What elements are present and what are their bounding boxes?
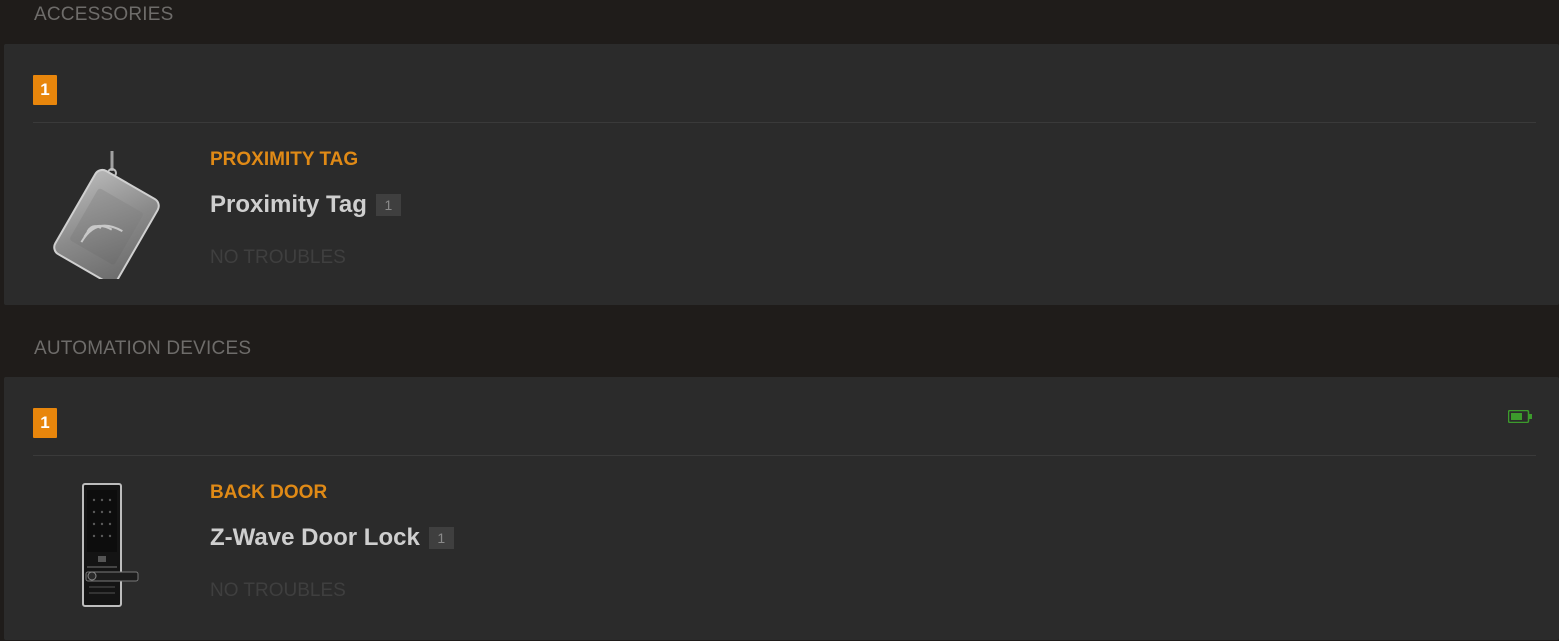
section-header-automation-devices: AUTOMATION DEVICES xyxy=(34,338,252,359)
device-number-badge: 1 xyxy=(428,527,454,549)
group-header: 1 xyxy=(33,377,1536,456)
device-name: Z-Wave Door Lock xyxy=(210,524,420,551)
group-count-badge: 1 xyxy=(33,75,57,105)
battery-ok-icon xyxy=(1508,410,1532,423)
devices-page: ACCESSORIES 1 PROXIMITY TAG Proximity Ta… xyxy=(0,0,1559,641)
device-row-back-door[interactable]: BACK DOOR Z-Wave Door Lock 1 NO TROUBLES xyxy=(4,456,1559,636)
section-header-accessories: ACCESSORIES xyxy=(34,4,174,25)
device-name: Proximity Tag xyxy=(210,191,367,218)
device-name-row: Proximity Tag 1 xyxy=(210,191,401,219)
device-name-row: Z-Wave Door Lock 1 xyxy=(210,524,454,552)
device-group-card-accessories: 1 PROXIMITY TAG Proximity Tag 1 NO TROUB… xyxy=(4,44,1559,305)
device-number-badge: 1 xyxy=(375,194,401,216)
group-count-badge: 1 xyxy=(33,408,57,438)
door-lock-icon xyxy=(78,482,142,615)
group-header: 1 xyxy=(33,44,1536,123)
device-row-proximity-tag[interactable]: PROXIMITY TAG Proximity Tag 1 NO TROUBLE… xyxy=(4,123,1559,303)
device-group-card-automation: 1 BACK DOOR Z-Wave Door Lock 1 NO TROUBL… xyxy=(4,377,1559,640)
device-status: NO TROUBLES xyxy=(210,580,346,601)
device-location-label: PROXIMITY TAG xyxy=(210,149,359,170)
proximity-tag-icon xyxy=(48,149,168,285)
device-status: NO TROUBLES xyxy=(210,247,346,268)
device-location-label: BACK DOOR xyxy=(210,482,328,503)
